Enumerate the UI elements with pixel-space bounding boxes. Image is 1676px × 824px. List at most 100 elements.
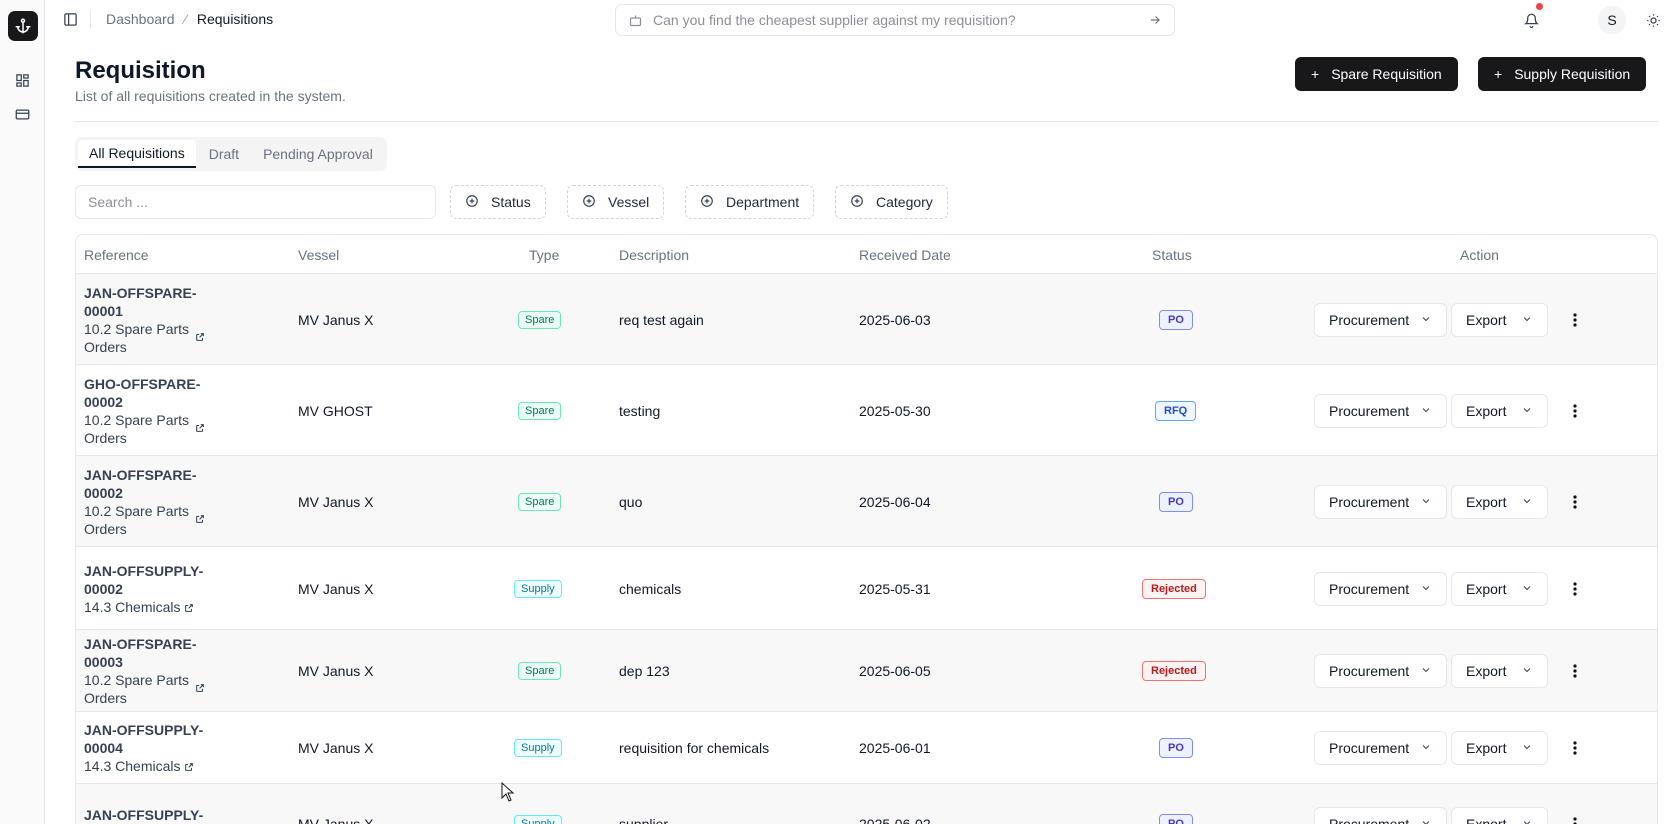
procurement-dropdown[interactable]: Procurement	[1314, 807, 1447, 824]
category-filter-button[interactable]: Category	[835, 185, 948, 219]
more-options-icon[interactable]	[1567, 493, 1583, 511]
divider	[90, 11, 91, 28]
chevron-down-icon	[1521, 494, 1533, 510]
sun-icon[interactable]	[1643, 10, 1663, 30]
type-badge: Supply	[514, 815, 562, 824]
avatar[interactable]: S	[1598, 6, 1626, 34]
description-cell: req test again	[619, 311, 704, 328]
external-link-icon[interactable]	[184, 599, 194, 617]
more-options-icon[interactable]	[1567, 739, 1583, 757]
export-dropdown[interactable]: Export	[1451, 731, 1548, 765]
received-date-cell: 2025-06-04	[859, 493, 931, 510]
status-badge: PO	[1159, 491, 1193, 512]
column-header-type[interactable]: Type	[529, 247, 559, 263]
reference-code[interactable]: GHO-OFFSPARE- 00002	[84, 375, 205, 411]
table-row[interactable]: JAN-OFFSUPPLY- 00004 14.3 Chemicals MV Jan…	[76, 712, 1657, 784]
column-header-received-date[interactable]: Received Date	[859, 247, 951, 263]
reference-code[interactable]: JAN-OFFSUPPLY- 00004	[84, 721, 203, 757]
column-header-vessel[interactable]: Vessel	[298, 247, 339, 263]
more-options-icon[interactable]	[1567, 402, 1583, 420]
column-header-status[interactable]: Status	[1152, 247, 1192, 263]
external-link-icon[interactable]	[184, 758, 194, 776]
table-row[interactable]: JAN-OFFSPARE- 00001 10.2 Spare Parts Orders…	[76, 274, 1657, 365]
assistant-input[interactable]: Can you find the cheapest supplier again…	[615, 4, 1175, 36]
reference-code[interactable]: JAN-OFFSUPPLY- 00002	[84, 562, 203, 598]
sidebar-toggle-icon[interactable]	[62, 11, 79, 28]
export-dropdown[interactable]: Export	[1451, 571, 1548, 606]
card-icon[interactable]	[14, 106, 31, 123]
add-supply-requisition-button[interactable]: + Supply Requisition	[1478, 57, 1647, 91]
external-link-icon[interactable]	[195, 510, 205, 528]
reference-code[interactable]: JAN-OFFSPARE- 00003	[84, 635, 205, 671]
procurement-dropdown[interactable]: Procurement	[1314, 654, 1447, 688]
status-badge: PO	[1159, 309, 1193, 330]
procurement-dropdown[interactable]: Procurement	[1314, 571, 1447, 606]
bell-icon[interactable]	[1521, 10, 1541, 30]
chevron-down-icon	[1420, 312, 1432, 328]
search-input[interactable]	[75, 185, 436, 219]
category-label: Orders	[84, 429, 127, 446]
department-filter-button[interactable]: Department	[685, 185, 815, 219]
table-row[interactable]: JAN-OFFSPARE- 00003 10.2 Spare Parts Orders…	[76, 630, 1657, 712]
dashboard-icon[interactable]	[14, 72, 31, 89]
procurement-dropdown[interactable]: Procurement	[1314, 731, 1447, 765]
table-row[interactable]: GHO-OFFSPARE- 00002 10.2 Spare Parts Orders…	[76, 365, 1657, 456]
export-dropdown[interactable]: Export	[1451, 302, 1548, 337]
procurement-dropdown[interactable]: Procurement	[1314, 393, 1447, 428]
export-dropdown[interactable]: Export	[1451, 654, 1548, 688]
more-options-icon[interactable]	[1567, 815, 1583, 824]
chevron-down-icon	[1521, 403, 1533, 419]
assistant-placeholder: Can you find the cheapest supplier again…	[653, 12, 1016, 28]
status-badge: Rejected	[1142, 578, 1206, 599]
left-rail	[0, 0, 45, 824]
external-link-icon[interactable]	[195, 679, 205, 697]
procurement-dropdown[interactable]: Procurement	[1314, 484, 1447, 519]
table-row[interactable]: JAN-OFFSUPPLY-00005 MV Janus X Supply suppl…	[76, 784, 1657, 824]
breadcrumb-dashboard[interactable]: Dashboard	[106, 11, 175, 27]
breadcrumb: Dashboard ⁄ Requisitions	[106, 11, 273, 27]
table-row[interactable]: JAN-OFFSUPPLY- 00002 14.3 Chemicals MV Jan…	[76, 547, 1657, 630]
arrow-right-icon[interactable]	[1148, 13, 1162, 27]
column-header-action: Action	[1460, 247, 1499, 263]
requisition-tabs: All Requisitions Draft Pending Approval	[75, 137, 387, 171]
add-spare-requisition-button[interactable]: + Spare Requisition	[1295, 57, 1458, 91]
more-options-icon[interactable]	[1567, 662, 1583, 680]
export-dropdown[interactable]: Export	[1451, 484, 1548, 519]
tab-pending-approval[interactable]: Pending Approval	[252, 140, 384, 168]
plus-circle-icon	[700, 194, 714, 211]
column-header-description[interactable]: Description	[619, 247, 689, 263]
vessel-cell: MV GHOST	[298, 402, 373, 419]
reference-code[interactable]: JAN-OFFSPARE- 00002	[84, 466, 205, 502]
received-date-cell: 2025-06-02	[859, 816, 931, 824]
more-options-icon[interactable]	[1567, 311, 1583, 329]
chevron-down-icon	[1420, 403, 1432, 419]
procurement-dropdown[interactable]: Procurement	[1314, 302, 1447, 337]
plus-circle-icon	[582, 194, 596, 211]
category-label: 10.2 Spare Parts	[84, 411, 190, 428]
more-options-icon[interactable]	[1567, 580, 1583, 598]
table-row[interactable]: JAN-OFFSPARE- 00002 10.2 Spare Parts Orders…	[76, 456, 1657, 547]
reference-code[interactable]: JAN-OFFSPARE- 00001	[84, 284, 205, 320]
category-label: Orders	[84, 690, 127, 706]
column-header-reference[interactable]: Reference	[84, 247, 149, 263]
description-cell: dep 123	[619, 663, 670, 679]
reference-code[interactable]: JAN-OFFSUPPLY-00005	[84, 806, 203, 824]
external-link-icon[interactable]	[195, 419, 205, 437]
plus-circle-icon	[850, 194, 864, 211]
tab-all-requisitions[interactable]: All Requisitions	[78, 140, 196, 168]
plus-icon: +	[1311, 66, 1320, 82]
external-link-icon[interactable]	[195, 328, 205, 346]
export-dropdown[interactable]: Export	[1451, 393, 1548, 428]
export-dropdown[interactable]: Export	[1451, 807, 1548, 824]
table-header: Reference Vessel Type Description Receiv…	[76, 235, 1657, 274]
vessel-filter-button[interactable]: Vessel	[567, 185, 665, 219]
status-filter-button[interactable]: Status	[450, 185, 546, 219]
status-badge: RFQ	[1155, 400, 1197, 421]
reference-cell: JAN-OFFSPARE- 00002 10.2 Spare Parts Orders	[84, 466, 205, 538]
vessel-cell: MV Janus X	[298, 493, 374, 510]
status-badge: PO	[1159, 814, 1193, 824]
page-title: Requisition	[75, 57, 206, 84]
tab-draft[interactable]: Draft	[198, 140, 250, 168]
vessel-cell: MV Janus X	[298, 740, 374, 756]
anchor-logo-icon[interactable]	[8, 11, 38, 41]
